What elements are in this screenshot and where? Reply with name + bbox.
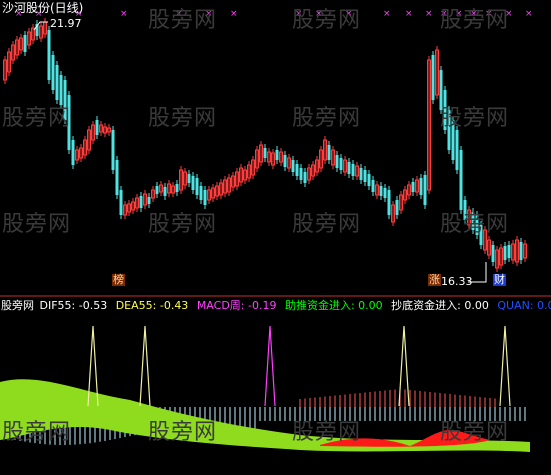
- signal-marker-icon: ×: [405, 9, 413, 19]
- candle-body: [51, 55, 55, 90]
- candle-body: [199, 186, 203, 200]
- candle-body: [303, 172, 307, 183]
- candle-body: [443, 90, 447, 130]
- candle-body: [191, 176, 195, 190]
- candle-body: [119, 190, 123, 215]
- candle-body: [291, 160, 295, 172]
- legend-macd: MACD周: -0.19: [196, 299, 277, 312]
- candle-body: [519, 242, 523, 260]
- candle-body: [115, 160, 119, 195]
- candle-body: [23, 35, 27, 52]
- signal-label: 榜: [112, 273, 125, 286]
- candle-body: [363, 170, 367, 182]
- candle-body: [175, 184, 179, 192]
- signal-label: 财: [493, 273, 506, 286]
- signal-marker-icon: ×: [525, 9, 533, 19]
- signal-spike: [264, 325, 276, 407]
- candle-body: [203, 190, 207, 205]
- candle-body: [339, 158, 343, 170]
- candle-body: [147, 197, 151, 204]
- candle-body: [379, 186, 383, 196]
- signal-marker-icon: ×: [315, 9, 323, 19]
- candle-body: [187, 174, 191, 183]
- candle-body: [299, 168, 303, 180]
- candle-body: [335, 155, 339, 168]
- high-price-label: 21.97: [50, 17, 82, 30]
- legend-chaodi: 抄底资金进入: 0.00: [391, 299, 489, 312]
- candle-body: [155, 186, 159, 194]
- candle-body: [95, 120, 99, 135]
- candle-body: [275, 150, 279, 160]
- candle-body: [479, 225, 483, 245]
- candle-body: [283, 155, 287, 167]
- candle-body: [263, 148, 267, 158]
- candle-body: [471, 212, 475, 230]
- candle-body: [455, 130, 459, 170]
- candle-body: [451, 120, 455, 160]
- signal-marker-icon: ×: [345, 9, 353, 19]
- signal-label: 涨: [428, 273, 441, 286]
- candle-body: [475, 215, 479, 235]
- candle-body: [359, 168, 363, 180]
- candle-body: [59, 75, 63, 105]
- candle-body: [371, 180, 375, 192]
- signal-marker-icon: ×: [120, 9, 128, 19]
- signal-marker-icon: ×: [470, 9, 478, 19]
- legend-dif: DIF55: -0.53: [39, 299, 108, 312]
- candle-body: [431, 55, 435, 100]
- candle-body: [295, 164, 299, 176]
- candle-body: [387, 190, 391, 215]
- signal-spike: [139, 325, 151, 407]
- legend-zhutui: 助推资金进入: 0.00: [284, 299, 383, 312]
- signal-marker-icon: ×: [485, 9, 493, 19]
- candle-body: [351, 164, 355, 176]
- candle-body: [447, 110, 451, 150]
- candle-body: [139, 196, 143, 208]
- chart-title: 沙河股份(日线): [2, 1, 84, 15]
- stock-chart-window: × × × × × × × × × × × × × × × × × × × 股旁网 股旁网 股旁网 股旁网 股旁网 …: [0, 0, 551, 475]
- low-price-label: 16.33: [441, 275, 473, 288]
- signal-marker-icon: ×: [505, 9, 513, 19]
- candle-body: [195, 178, 199, 195]
- signal-marker-icon: ×: [425, 9, 433, 19]
- signal-marker-icon: ×: [205, 9, 213, 19]
- candle-body: [327, 145, 331, 160]
- kline-chart-canvas[interactable]: × × × × × × × × × × × × × × × × × × ×: [0, 0, 551, 475]
- candle-body: [67, 95, 71, 150]
- candle-body: [463, 200, 467, 220]
- candle-body: [503, 246, 507, 260]
- candle-body: [63, 80, 67, 120]
- candle-body: [55, 65, 59, 100]
- candle-body: [383, 188, 387, 198]
- legend-quan: QUAN: 0.0: [497, 299, 551, 312]
- candle-body: [459, 150, 463, 210]
- signal-marker-icon: ×: [383, 9, 391, 19]
- candle-body: [411, 182, 415, 192]
- candle-body: [439, 70, 443, 110]
- candle-body: [423, 175, 427, 205]
- signal-marker-icon: ×: [455, 9, 463, 19]
- legend-dea: DEA55: -0.43: [115, 299, 189, 312]
- signal-marker-icon: ×: [230, 9, 238, 19]
- signal-spike: [499, 325, 511, 407]
- signal-marker-icon: ×: [295, 9, 303, 19]
- legend-brand: 股旁网: [1, 299, 34, 312]
- candle-body: [367, 174, 371, 186]
- candle-body: [163, 187, 167, 196]
- signal-marker-icon: ×: [440, 9, 448, 19]
- candle-body: [395, 200, 399, 215]
- candle-body: [111, 130, 115, 170]
- candle-body: [71, 140, 75, 165]
- candle-body: [419, 178, 423, 195]
- candle-body: [47, 30, 51, 80]
- candle-body: [507, 245, 511, 258]
- candle-body: [491, 245, 495, 262]
- signal-marker-icon: ×: [175, 9, 183, 19]
- indicator-legend: 股旁网 DIF55: -0.53 DEA55: -0.43 MACD周: -0.…: [1, 300, 551, 312]
- candle-body: [347, 162, 351, 174]
